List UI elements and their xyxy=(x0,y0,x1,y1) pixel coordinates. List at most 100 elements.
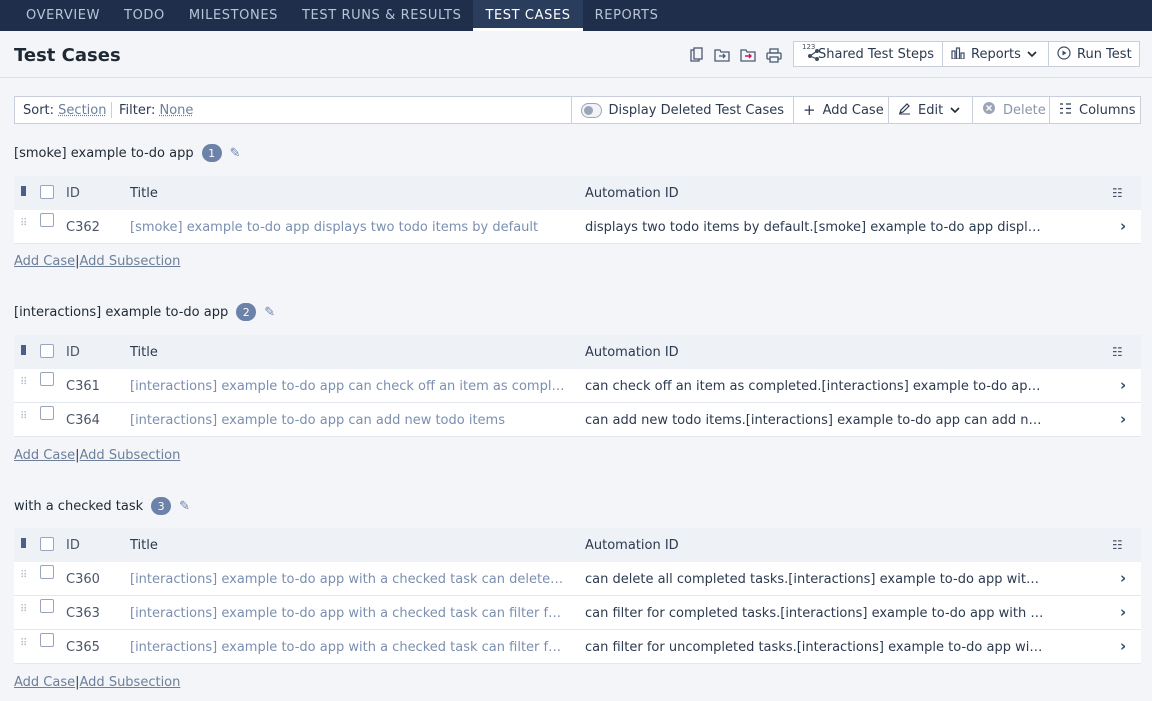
case-id: C361 xyxy=(66,379,100,394)
run-test-button[interactable]: Run Test xyxy=(1048,41,1140,67)
select-all-checkbox[interactable] xyxy=(40,537,54,551)
tab-overview[interactable]: OVERVIEW xyxy=(14,0,112,31)
print-icon[interactable] xyxy=(765,46,783,64)
sort-label: Sort: xyxy=(23,103,55,118)
move-icon[interactable] xyxy=(713,46,731,64)
section-count-badge: 2 xyxy=(236,303,257,321)
case-title-link[interactable]: [interactions] example to-do app with a … xyxy=(130,572,566,587)
edit-button[interactable]: Edit xyxy=(888,96,972,124)
column-header-automation-id[interactable]: Automation ID xyxy=(585,538,1047,553)
case-id: C362 xyxy=(66,220,100,235)
edit-section-icon[interactable]: ✎ xyxy=(230,146,241,161)
drag-handle-icon[interactable]: ⠿ xyxy=(20,605,27,615)
columns-label: Columns xyxy=(1079,102,1136,118)
test-case-table: ID Title Automation ID ☷ ⠿ C362 [smoke] … xyxy=(14,176,1141,244)
page-title: Test Cases xyxy=(14,45,121,66)
row-checkbox[interactable] xyxy=(40,599,54,613)
page-header: Test Cases 123 Shared Test Steps Reports… xyxy=(0,31,1152,78)
chevron-right-icon[interactable]: › xyxy=(1120,603,1126,621)
row-checkbox[interactable] xyxy=(40,565,54,579)
add-case-link[interactable]: Add Case xyxy=(14,675,75,690)
column-header-id[interactable]: ID xyxy=(66,186,80,201)
add-case-button[interactable]: + Add Case xyxy=(793,96,888,124)
chevron-down-icon xyxy=(950,103,960,118)
add-case-link[interactable]: Add Case xyxy=(14,448,75,463)
column-header-automation-id[interactable]: Automation ID xyxy=(585,186,1047,201)
pencil-icon xyxy=(898,102,911,119)
column-settings-icon[interactable]: ☷ xyxy=(1112,345,1123,359)
filter-label: Filter: xyxy=(119,103,156,118)
edit-label: Edit xyxy=(918,102,944,118)
table-row[interactable]: ⠿ C360 [interactions] example to-do app … xyxy=(14,562,1141,596)
filter-value[interactable]: None xyxy=(160,103,194,118)
shared-test-steps-button[interactable]: 123 Shared Test Steps xyxy=(793,41,943,67)
tab-reports[interactable]: REPORTS xyxy=(583,0,671,31)
add-links: Add Case|Add Subsection xyxy=(14,675,180,690)
case-title-link[interactable]: [smoke] example to-do app displays two t… xyxy=(130,220,566,235)
chevron-right-icon[interactable]: › xyxy=(1120,217,1126,235)
row-checkbox[interactable] xyxy=(40,213,54,227)
play-circle-icon xyxy=(1057,45,1071,63)
case-title-link[interactable]: [interactions] example to-do app with a … xyxy=(130,640,566,655)
chevron-right-icon[interactable]: › xyxy=(1120,376,1126,394)
case-title-link[interactable]: [interactions] example to-do app can che… xyxy=(130,379,566,394)
edit-section-icon[interactable]: ✎ xyxy=(179,499,190,514)
case-title-link[interactable]: [interactions] example to-do app with a … xyxy=(130,606,566,621)
table-row[interactable]: ⠿ C362 [smoke] example to-do app display… xyxy=(14,210,1141,244)
add-case-link[interactable]: Add Case xyxy=(14,254,75,269)
table-row[interactable]: ⠿ C365 [interactions] example to-do app … xyxy=(14,630,1141,664)
drag-handle-icon[interactable]: ⠿ xyxy=(20,639,27,649)
display-deleted-toggle-group[interactable]: Display Deleted Test Cases xyxy=(571,96,793,124)
case-automation-id: can check off an item as completed.[inte… xyxy=(585,379,1047,394)
column-header-id[interactable]: ID xyxy=(66,345,80,360)
row-checkbox[interactable] xyxy=(40,633,54,647)
column-header-id[interactable]: ID xyxy=(66,538,80,553)
section-title: with a checked task xyxy=(14,498,144,514)
chevron-down-icon xyxy=(1027,47,1037,61)
table-row[interactable]: ⠿ C364 [interactions] example to-do app … xyxy=(14,403,1141,437)
table-header-row: ID Title Automation ID ☷ xyxy=(14,528,1141,562)
filter-control[interactable]: Filter: None xyxy=(119,103,193,118)
copy-icon[interactable] xyxy=(688,46,706,64)
columns-button[interactable]: Columns xyxy=(1049,96,1141,124)
column-header-title[interactable]: Title xyxy=(130,186,566,201)
tab-test-runs-results[interactable]: TEST RUNS & RESULTS xyxy=(290,0,473,31)
case-title-link[interactable]: [interactions] example to-do app can add… xyxy=(130,413,566,428)
row-checkbox[interactable] xyxy=(40,372,54,386)
column-header-automation-id[interactable]: Automation ID xyxy=(585,345,1047,360)
column-settings-icon[interactable]: ☷ xyxy=(1112,186,1123,200)
delete-button[interactable]: Delete xyxy=(972,96,1050,124)
section-header: with a checked task 3 ✎ xyxy=(14,497,190,515)
chevron-right-icon[interactable]: › xyxy=(1120,410,1126,428)
sort-value[interactable]: Section xyxy=(58,103,106,118)
table-row[interactable]: ⠿ C363 [interactions] example to-do app … xyxy=(14,596,1141,630)
tab-milestones[interactable]: MILESTONES xyxy=(177,0,290,31)
column-settings-icon[interactable]: ☷ xyxy=(1112,538,1123,552)
export-icon[interactable] xyxy=(739,46,757,64)
add-subsection-link[interactable]: Add Subsection xyxy=(80,448,181,463)
drag-handle-icon[interactable]: ⠿ xyxy=(20,378,27,388)
row-checkbox[interactable] xyxy=(40,406,54,420)
drag-handle-icon[interactable]: ⠿ xyxy=(20,571,27,581)
bar-chart-icon xyxy=(951,46,965,62)
chevron-right-icon[interactable]: › xyxy=(1120,637,1126,655)
table-row[interactable]: ⠿ C361 [interactions] example to-do app … xyxy=(14,369,1141,403)
column-header-title[interactable]: Title xyxy=(130,538,566,553)
select-all-checkbox[interactable] xyxy=(40,185,54,199)
reports-button[interactable]: Reports xyxy=(942,41,1049,67)
add-subsection-link[interactable]: Add Subsection xyxy=(80,254,181,269)
chevron-right-icon[interactable]: › xyxy=(1120,569,1126,587)
display-deleted-toggle[interactable] xyxy=(581,102,602,118)
drag-handle-icon[interactable]: ⠿ xyxy=(20,219,27,229)
add-subsection-link[interactable]: Add Subsection xyxy=(80,675,181,690)
drag-handle-icon[interactable]: ⠿ xyxy=(20,412,27,422)
section-count-badge: 1 xyxy=(201,144,222,162)
tab-test-cases[interactable]: TEST CASES xyxy=(473,0,583,31)
column-header-title[interactable]: Title xyxy=(130,345,566,360)
sort-control[interactable]: Sort: Section xyxy=(23,103,106,118)
tab-todo[interactable]: TODO xyxy=(112,0,177,31)
grip-handle-icon xyxy=(21,538,26,548)
select-all-checkbox[interactable] xyxy=(40,344,54,358)
case-id: C360 xyxy=(66,572,100,587)
edit-section-icon[interactable]: ✎ xyxy=(264,305,275,320)
